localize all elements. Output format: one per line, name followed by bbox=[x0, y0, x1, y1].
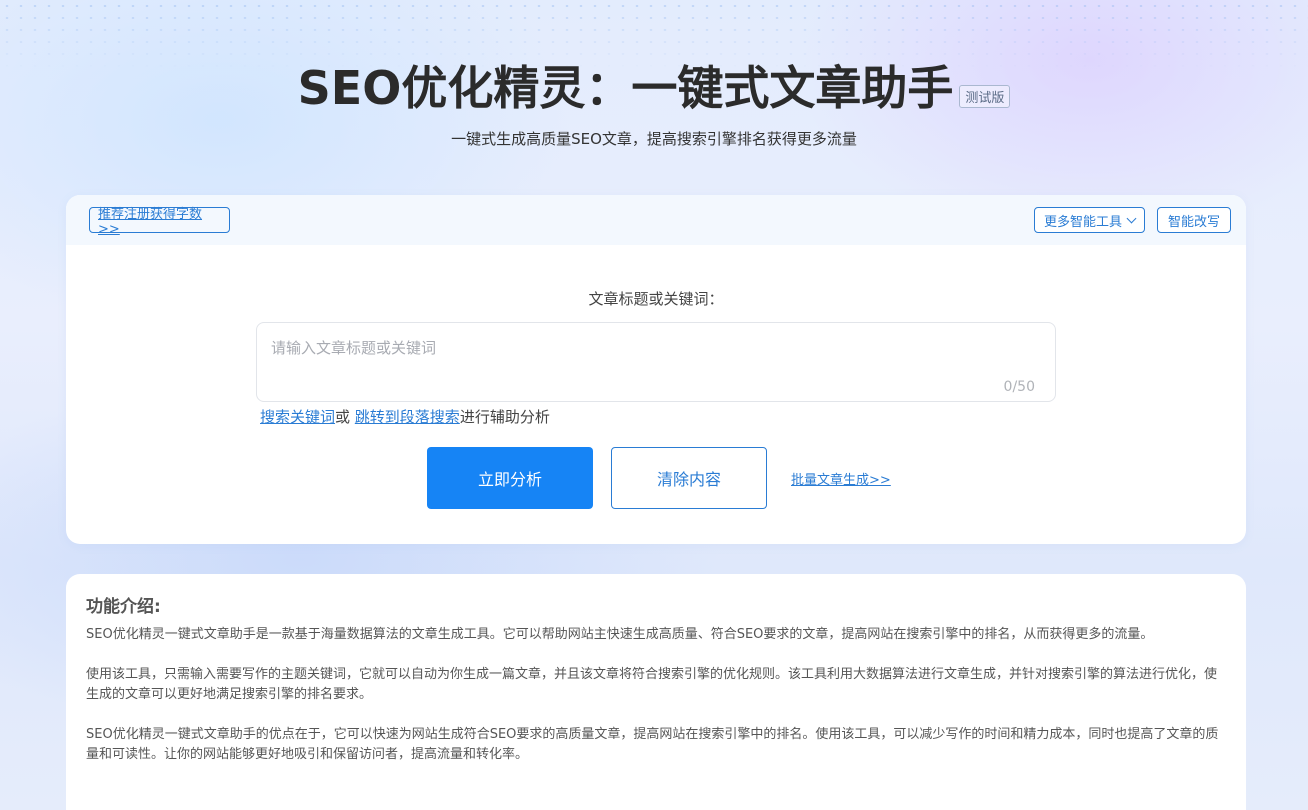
intro-title: 功能介绍: bbox=[86, 597, 161, 617]
page-title: SEO优化精灵：一键式文章助手 bbox=[297, 61, 954, 115]
clear-button[interactable]: 清除内容 bbox=[611, 447, 767, 509]
title-input-container[interactable]: 0/50 bbox=[256, 322, 1056, 402]
assist-line: 搜索关键词或 跳转到段落搜索进行辅助分析 bbox=[260, 406, 550, 427]
page-subtitle: 一键式生成高质量SEO文章，提高搜索引擎排名获得更多流量 bbox=[451, 130, 857, 148]
intro-paragraph: 使用该工具，只需输入需要写作的主题关键词，它就可以自动为你生成一篇文章，并且该文… bbox=[86, 667, 1218, 702]
hero-title-row: SEO优化精灵：一键式文章助手 测试版 bbox=[298, 60, 1011, 116]
beta-badge: 测试版 bbox=[959, 85, 1011, 108]
register-bonus-link[interactable]: 推荐注册获得字数>> bbox=[89, 207, 230, 237]
analyze-button[interactable]: 立即分析 bbox=[427, 447, 593, 509]
more-tools-label: 更多智能工具 bbox=[1043, 214, 1122, 230]
chevron-down-icon bbox=[1126, 213, 1137, 223]
intro-paragraph: SEO优化精灵一键式文章助手的优点在于，它可以快速为网站生成符合SEO要求的高质… bbox=[86, 727, 1219, 762]
card-toolbar: 推荐注册获得字数>> 更多智能工具 智能改写 bbox=[66, 195, 1246, 245]
title-field-label: 文章标题或关键词： bbox=[588, 290, 724, 308]
intro-card: 功能介绍: SEO优化精灵一键式文章助手是一款基于海量数据算法的文章生成工具。它… bbox=[66, 574, 1246, 810]
assist-suffix-text: 进行辅助分析 bbox=[459, 408, 550, 426]
title-input[interactable] bbox=[271, 339, 1031, 357]
assist-or-text: 或 bbox=[335, 408, 355, 426]
search-keyword-link[interactable]: 搜索关键词 bbox=[260, 408, 335, 426]
smart-rewrite-button[interactable]: 智能改写 bbox=[1157, 207, 1231, 233]
hero-section: SEO优化精灵：一键式文章助手 测试版 一键式生成高质量SEO文章，提高搜索引擎… bbox=[0, 60, 1308, 149]
paragraph-search-link[interactable]: 跳转到段落搜索 bbox=[355, 408, 460, 426]
intro-paragraph: SEO优化精灵一键式文章助手是一款基于海量数据算法的文章生成工具。它可以帮助网站… bbox=[86, 627, 1154, 642]
generator-card: 推荐注册获得字数>> 更多智能工具 智能改写 文章标题或关键词： 0/50 搜索… bbox=[66, 195, 1246, 544]
char-counter: 0/50 bbox=[1003, 379, 1035, 395]
batch-generate-link[interactable]: 批量文章生成>> bbox=[791, 469, 891, 488]
more-tools-dropdown[interactable]: 更多智能工具 bbox=[1034, 207, 1145, 233]
